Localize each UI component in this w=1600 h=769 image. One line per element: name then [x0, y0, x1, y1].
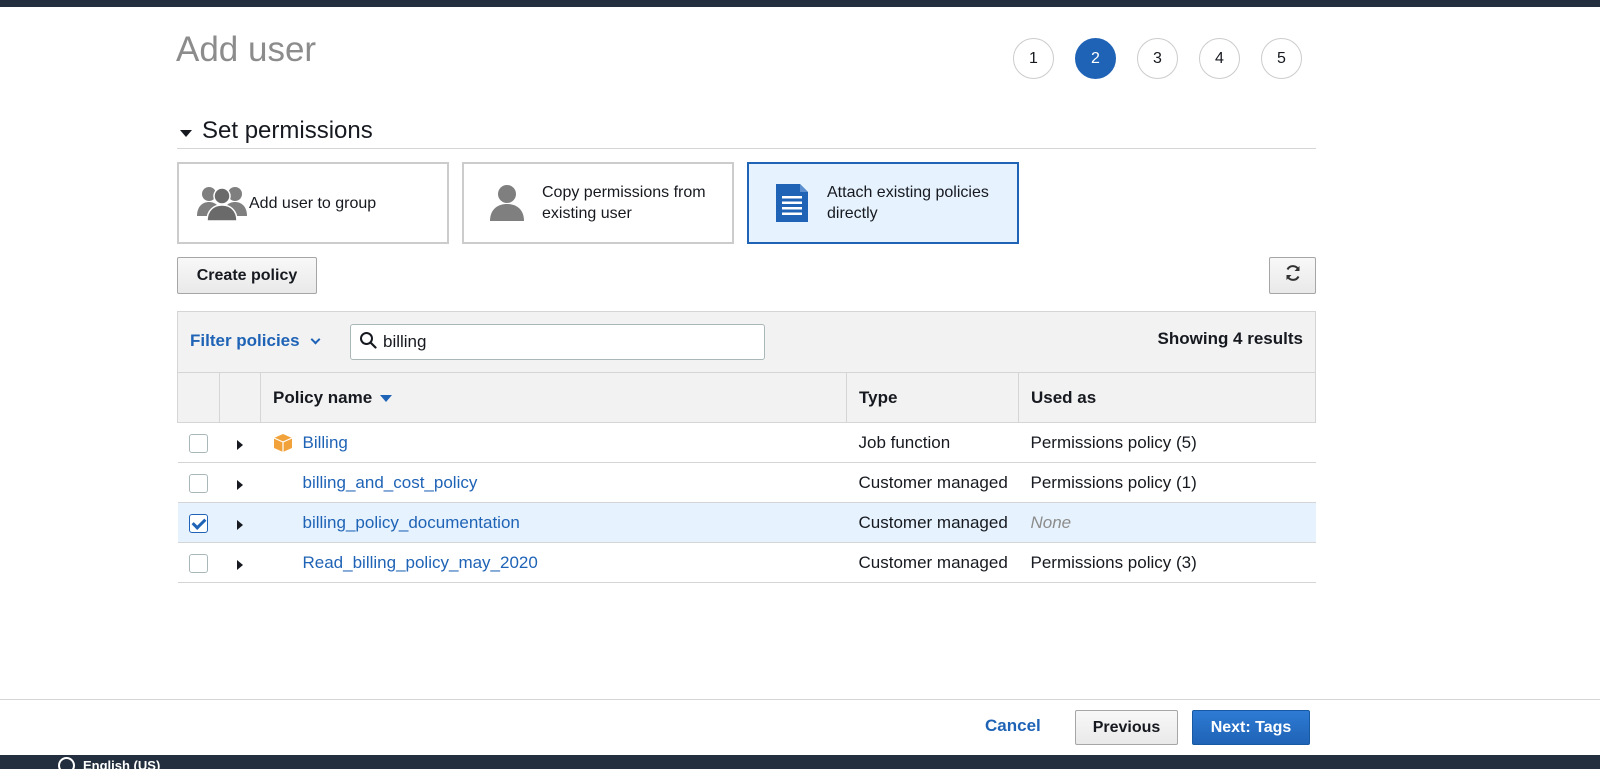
console-footer: English (US): [0, 755, 1600, 769]
filter-policies-dropdown[interactable]: Filter policies: [190, 331, 321, 351]
cancel-button[interactable]: Cancel: [985, 716, 1041, 736]
language-selector[interactable]: English (US): [58, 757, 160, 769]
table-row-selected: billing_policy_documentation Customer ma…: [177, 502, 1316, 543]
section-title: Set permissions: [202, 117, 373, 144]
refresh-button[interactable]: [1269, 257, 1316, 294]
expand-row-icon[interactable]: [237, 559, 243, 570]
wizard-steps: 1 2 3 4 5: [1013, 38, 1302, 79]
option-label: Copy permissions from existing user: [542, 184, 706, 222]
policy-type: Customer managed: [846, 502, 1019, 543]
row-checkbox[interactable]: [189, 473, 208, 493]
policy-type: Job function: [846, 422, 1019, 463]
aws-managed-policy-icon: [273, 433, 303, 453]
footer-divider: [0, 699, 1600, 700]
policy-name-link[interactable]: billing_policy_documentation: [303, 513, 520, 533]
option-label: Add user to group: [249, 194, 377, 212]
step-3[interactable]: 3: [1137, 38, 1178, 79]
users-group-icon: [195, 181, 249, 225]
row-checkbox[interactable]: [189, 433, 208, 453]
console-top-bar: [0, 0, 1600, 7]
next-tags-button[interactable]: Next: Tags: [1192, 710, 1310, 745]
option-copy-permissions[interactable]: Copy permissions from existing user: [462, 162, 734, 244]
table-row: Read_billing_policy_may_2020 Customer ma…: [177, 542, 1316, 583]
expand-row-icon[interactable]: [237, 439, 243, 450]
results-count: Showing 4 results: [1157, 329, 1303, 348]
row-checkbox-checked[interactable]: [189, 513, 208, 533]
row-checkbox[interactable]: [189, 553, 208, 573]
option-label: Attach existing policies directly: [827, 184, 989, 222]
step-1[interactable]: 1: [1013, 38, 1054, 79]
header-policy-name-label: Policy name: [273, 387, 373, 407]
language-label: English (US): [83, 758, 161, 769]
policy-type: Customer managed: [846, 542, 1019, 583]
create-policy-button[interactable]: Create policy: [177, 257, 317, 294]
header-used-as[interactable]: Used as: [1018, 372, 1316, 423]
header-select-column: [177, 372, 220, 423]
expand-row-icon[interactable]: [237, 479, 243, 490]
policy-name-link[interactable]: billing_and_cost_policy: [303, 473, 478, 493]
option-attach-existing-policies[interactable]: Attach existing policies directly: [747, 162, 1019, 244]
policy-used-as: None: [1030, 512, 1072, 532]
filter-bar: Filter policies Showing 4 results: [177, 311, 1316, 372]
set-permissions-header[interactable]: Set permissions: [177, 114, 1316, 149]
expand-row-icon[interactable]: [237, 519, 243, 530]
header-expand-column: [219, 372, 261, 423]
header-type[interactable]: Type: [846, 372, 1019, 423]
policies-table: Policy name Type Used as Billing Job fun…: [177, 372, 1316, 583]
search-icon: [359, 331, 377, 354]
refresh-icon: [1284, 264, 1302, 287]
collapse-caret-icon: [180, 129, 192, 137]
search-box[interactable]: [350, 324, 765, 360]
chevron-down-icon: [310, 334, 321, 345]
policy-used-as: Permissions policy (3): [1018, 542, 1316, 583]
policy-name-link[interactable]: Read_billing_policy_may_2020: [303, 553, 538, 573]
step-2-current[interactable]: 2: [1075, 38, 1116, 79]
globe-icon: [58, 757, 75, 769]
user-icon: [480, 181, 534, 225]
table-header-row: Policy name Type Used as: [177, 372, 1316, 423]
page-title: Add user: [176, 30, 317, 69]
filter-policies-label: Filter policies: [190, 331, 300, 350]
document-icon: [765, 181, 819, 225]
step-5[interactable]: 5: [1261, 38, 1302, 79]
header-policy-name[interactable]: Policy name: [260, 372, 847, 423]
policy-type: Customer managed: [846, 462, 1019, 503]
sort-descending-icon: [380, 394, 393, 402]
policy-name-link[interactable]: Billing: [303, 433, 348, 453]
previous-button[interactable]: Previous: [1075, 710, 1178, 745]
search-input[interactable]: [383, 332, 743, 352]
option-add-user-to-group[interactable]: Add user to group: [177, 162, 449, 244]
table-row: Billing Job function Permissions policy …: [177, 422, 1316, 463]
policy-used-as: Permissions policy (1): [1018, 462, 1316, 503]
table-row: billing_and_cost_policy Customer managed…: [177, 462, 1316, 503]
step-4[interactable]: 4: [1199, 38, 1240, 79]
policy-used-as: Permissions policy (5): [1018, 422, 1316, 463]
